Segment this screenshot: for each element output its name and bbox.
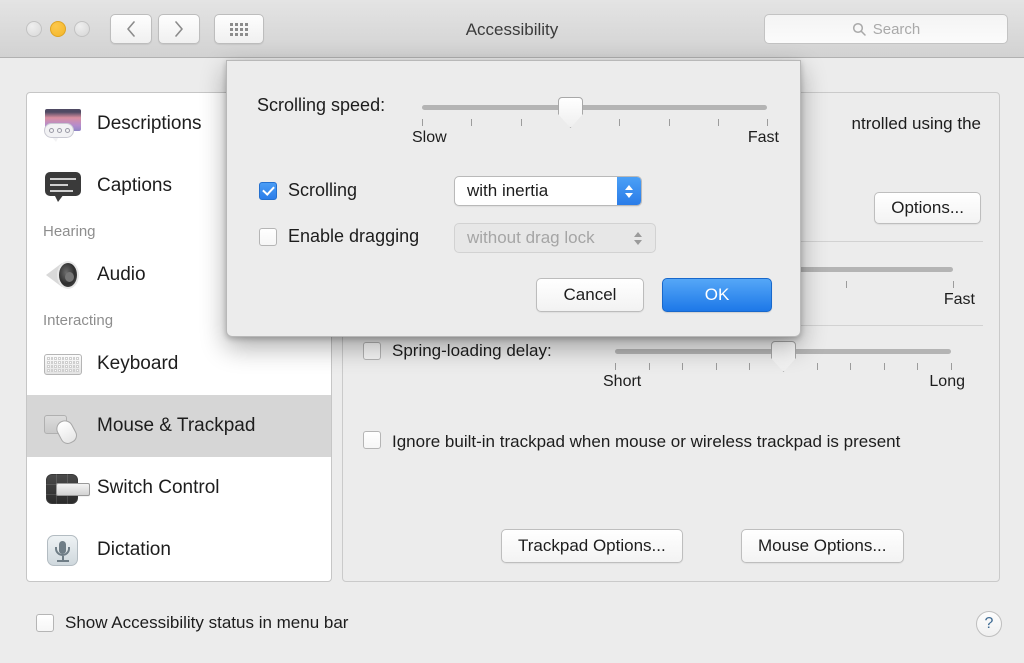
spring-loading-checkbox[interactable] — [363, 342, 381, 360]
show-accessibility-status-row: Show Accessibility status in menu bar — [36, 613, 348, 633]
scrolling-options-sheet: Scrolling speed: Slow Fast Scrolling wit… — [226, 60, 801, 337]
options-button[interactable]: Options... — [874, 192, 981, 224]
captions-icon — [43, 166, 83, 206]
search-icon — [852, 22, 866, 36]
sidebar-item-switch-control[interactable]: Switch Control — [27, 457, 331, 519]
slider-max-label: Long — [929, 373, 965, 390]
switch-control-icon — [43, 468, 90, 508]
ignore-trackpad-label: Ignore built-in trackpad when mouse or w… — [392, 432, 901, 451]
sidebar-item-label: Keyboard — [97, 353, 179, 374]
slider-min-label: Short — [603, 373, 642, 390]
drag-lock-popup: without drag lock — [454, 223, 656, 253]
spring-loading-row: Spring-loading delay: — [363, 341, 552, 361]
mouse-options-button[interactable]: Mouse Options... — [741, 529, 904, 563]
sidebar-item-label: Captions — [97, 175, 172, 196]
search-placeholder: Search — [872, 20, 921, 38]
ok-button[interactable]: OK — [662, 278, 772, 312]
enable-dragging-checkbox[interactable] — [259, 227, 277, 246]
search-field[interactable]: Search — [764, 14, 1008, 44]
sidebar-item-label: Mouse & Trackpad — [97, 415, 256, 436]
chevron-updown-icon — [627, 231, 649, 245]
enable-dragging-row: Enable dragging — [259, 226, 419, 247]
scrolling-speed-slider[interactable]: Slow Fast — [412, 97, 779, 146]
sidebar-item-label: Audio — [97, 264, 146, 285]
accessibility-preferences-window: Accessibility Search Descriptions Captio… — [0, 0, 1024, 663]
ignore-trackpad-row: Ignore built-in trackpad when mouse or w… — [363, 429, 963, 454]
trackpad-options-button[interactable]: Trackpad Options... — [501, 529, 683, 563]
sidebar-item-label: Descriptions — [97, 113, 202, 134]
chevron-updown-icon — [617, 177, 641, 205]
slider-ticks — [422, 119, 768, 127]
sidebar-item-mouse-trackpad[interactable]: Mouse & Trackpad — [27, 395, 331, 457]
scrolling-mode-value: with inertia — [467, 181, 549, 200]
scrolling-label: Scrolling — [288, 180, 358, 200]
help-button[interactable]: ? — [976, 611, 1002, 637]
sidebar-item-label: Dictation — [97, 539, 171, 560]
scrolling-speed-label: Scrolling speed: — [257, 95, 386, 115]
ignore-trackpad-checkbox[interactable] — [363, 431, 381, 449]
slider-track — [422, 105, 767, 110]
scrolling-row: Scrolling — [259, 180, 357, 201]
spring-loading-slider[interactable]: Short Long — [603, 341, 965, 390]
slider-max-label: Fast — [747, 129, 779, 146]
scrolling-checkbox[interactable] — [259, 181, 277, 200]
sidebar-item-label: Switch Control — [97, 477, 220, 498]
show-accessibility-status-checkbox[interactable] — [36, 614, 54, 632]
sidebar-item-dictation[interactable]: Dictation — [27, 519, 331, 581]
show-accessibility-status-label: Show Accessibility status in menu bar — [65, 613, 349, 632]
sidebar-item-keyboard[interactable]: Keyboard — [27, 333, 331, 395]
audio-icon — [43, 255, 83, 295]
cancel-button[interactable]: Cancel — [536, 278, 644, 312]
keyboard-icon — [43, 344, 83, 384]
window-titlebar: Accessibility Search — [0, 0, 1024, 58]
slider-min-label: Slow — [412, 129, 447, 146]
slider-max-label: Fast — [943, 291, 975, 308]
enable-dragging-label: Enable dragging — [288, 226, 420, 246]
drag-lock-value: without drag lock — [467, 228, 595, 247]
spring-loading-label: Spring-loading delay: — [392, 341, 552, 360]
scrolling-mode-popup[interactable]: with inertia — [454, 176, 642, 206]
descriptions-icon — [43, 104, 83, 144]
dictation-icon — [43, 530, 83, 570]
mouse-trackpad-icon — [43, 406, 83, 447]
